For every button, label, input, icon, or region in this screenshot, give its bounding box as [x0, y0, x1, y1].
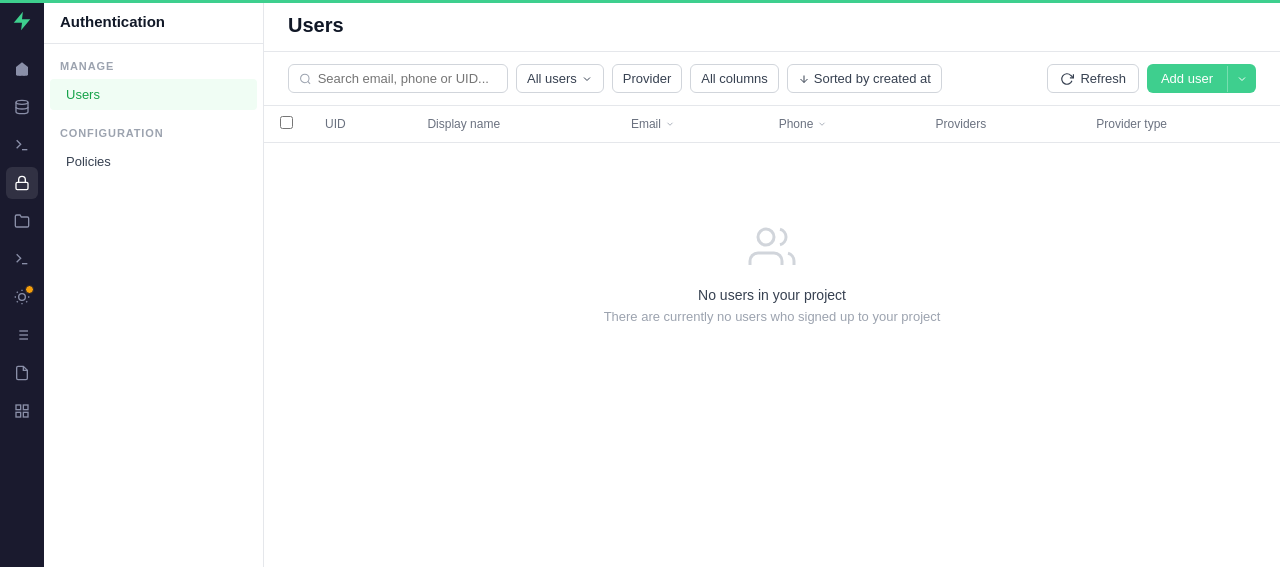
add-user-label: Add user [1147, 64, 1227, 93]
svg-rect-22 [16, 412, 21, 417]
email-column-header[interactable]: Email [615, 106, 763, 143]
page-title: Users [288, 14, 344, 37]
svg-line-12 [26, 292, 27, 293]
app-logo[interactable] [11, 10, 33, 37]
sort-filter[interactable]: Sorted by created at [787, 64, 942, 93]
main-content: Users All users Provider All columns Sor… [264, 0, 1280, 567]
provider-filter[interactable]: Provider [612, 64, 682, 93]
providers-column-header[interactable]: Providers [920, 106, 1081, 143]
empty-state-icon [748, 223, 796, 275]
add-user-button[interactable]: Add user [1147, 64, 1256, 93]
functions-icon[interactable] [6, 243, 38, 275]
notifications-icon[interactable] [6, 281, 38, 313]
sidebar-item-policies[interactable]: Policies [50, 146, 257, 177]
svg-rect-19 [16, 405, 21, 410]
sidebar-item-users[interactable]: Users [50, 79, 257, 110]
svg-rect-2 [16, 182, 28, 189]
users-table-container: UID Display name Email [264, 106, 1280, 567]
search-box[interactable] [288, 64, 508, 93]
toolbar: All users Provider All columns Sorted by… [264, 52, 1280, 106]
refresh-button[interactable]: Refresh [1047, 64, 1139, 93]
uid-column-header[interactable]: UID [309, 106, 411, 143]
phone-column-header[interactable]: Phone [763, 106, 920, 143]
display-name-column-header[interactable]: Display name [411, 106, 615, 143]
storage-icon[interactable] [6, 205, 38, 237]
users-table: UID Display name Email [264, 106, 1280, 143]
refresh-icon [1060, 72, 1074, 86]
svg-line-7 [17, 292, 18, 293]
chevron-down-icon [1236, 73, 1248, 85]
empty-state: No users in your project There are curre… [264, 143, 1280, 404]
sort-icon [798, 73, 810, 85]
auth-icon[interactable] [6, 167, 38, 199]
home-icon[interactable] [6, 53, 38, 85]
svg-line-11 [17, 301, 18, 302]
svg-point-26 [758, 229, 774, 245]
reports-icon[interactable] [6, 357, 38, 389]
top-accent-bar [0, 0, 1280, 3]
search-input[interactable] [318, 71, 497, 86]
sidebar-title: Authentication [60, 13, 165, 30]
empty-state-title: No users in your project [698, 287, 846, 303]
empty-state-subtitle: There are currently no users who signed … [604, 309, 941, 324]
sidebar-section-manage: MANAGE [44, 44, 263, 78]
email-sort-icon [665, 119, 675, 129]
page-header: Users [264, 0, 1280, 52]
svg-point-23 [301, 74, 309, 82]
icon-rail [0, 0, 44, 567]
terminal-icon[interactable] [6, 129, 38, 161]
database-icon[interactable] [6, 91, 38, 123]
extensions-icon[interactable] [6, 395, 38, 427]
select-all-checkbox[interactable] [280, 116, 293, 129]
phone-sort-icon [817, 119, 827, 129]
svg-point-0 [16, 100, 28, 104]
checkbox-column [264, 106, 309, 143]
svg-line-24 [308, 81, 310, 83]
provider-type-column-header[interactable]: Provider type [1080, 106, 1280, 143]
svg-rect-21 [23, 412, 28, 417]
columns-filter[interactable]: All columns [690, 64, 778, 93]
svg-line-8 [26, 301, 27, 302]
search-icon [299, 72, 312, 86]
svg-point-4 [19, 294, 26, 301]
chevron-down-icon [581, 73, 593, 85]
sidebar: Authentication MANAGE Users CONFIGURATIO… [44, 0, 264, 567]
add-user-chevron[interactable] [1227, 66, 1256, 92]
all-users-filter[interactable]: All users [516, 64, 604, 93]
sidebar-header: Authentication [44, 0, 263, 44]
sidebar-section-configuration: CONFIGURATION [44, 111, 263, 145]
table-header-row: UID Display name Email [264, 106, 1280, 143]
logs-icon[interactable] [6, 319, 38, 351]
svg-rect-20 [23, 405, 28, 410]
